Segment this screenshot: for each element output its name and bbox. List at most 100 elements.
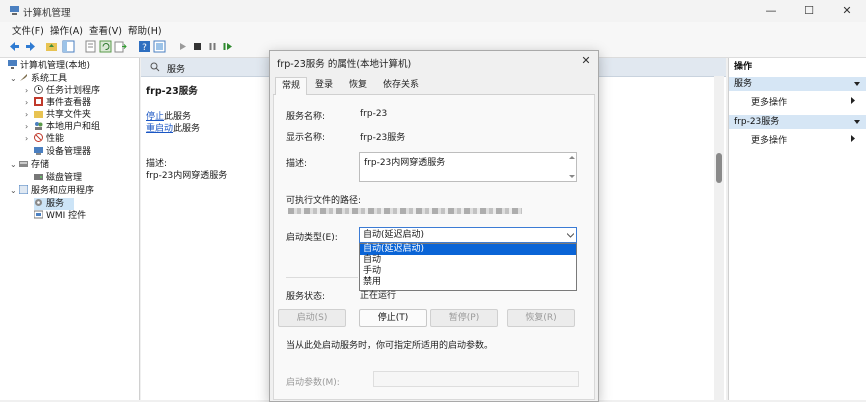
collapse-arrow-icon[interactable] [854,119,860,125]
startup-type-dropdown: 自动(延迟启动) 自动 手动 禁用 [359,243,577,291]
menu-view[interactable]: 查看(V) [89,23,122,37]
tree-item-label: 共享文件夹 [46,110,92,120]
chevron-down-icon[interactable]: ⌄ [10,159,19,171]
chevron-right-icon[interactable]: › [25,133,34,145]
tree-item-storage[interactable]: ⌄ 存储 [10,159,49,171]
close-button[interactable]: ✕ [828,0,866,22]
properties-icon[interactable] [84,40,97,53]
tree-item-services[interactable]: 服务 [34,198,74,210]
start-button[interactable]: 启动(S) [278,309,346,327]
tree-item-event-viewer[interactable]: › 事件查看器 [25,97,91,109]
chevron-right-icon[interactable]: › [25,109,34,121]
disk-icon [34,174,43,180]
exe-path-redacted [288,208,522,214]
description-scroll-arrows-icon[interactable] [569,155,575,179]
storage-icon [19,161,28,167]
tree-item-disk-management[interactable]: 磁盘管理 [34,172,82,184]
chevron-down-icon[interactable]: ⌄ [10,73,19,85]
actions-more-2[interactable]: 更多操作 [751,133,787,146]
startup-option-disabled[interactable]: 禁用 [360,277,576,288]
chevron-down-icon[interactable]: ⌄ [10,185,19,197]
restart-service-link[interactable]: 重启动 [146,124,173,134]
startup-type-select[interactable]: 自动(延迟启动) [359,227,577,243]
display-name-value: frp-23服务 [360,133,406,143]
submenu-arrow-icon[interactable] [850,97,856,104]
refresh-icon[interactable] [99,40,112,53]
description-text: frp-23内网穿透服务 [364,158,446,168]
description-field-label: 描述: [286,159,308,169]
scrollbar-thumb[interactable] [716,153,722,183]
play-icon[interactable] [176,40,189,53]
tree-item-task-scheduler[interactable]: › 任务计划程序 [25,85,100,97]
start-params-input[interactable] [373,371,579,387]
tree-item-services-applications[interactable]: ⌄ 服务和应用程序 [10,185,94,197]
stop-button[interactable]: 停止(T) [359,309,427,327]
collapse-arrow-icon[interactable] [854,81,860,87]
dialog-close-button[interactable]: ✕ [577,52,595,70]
tree-item-label: 服务和应用程序 [31,186,95,196]
chevron-right-icon[interactable]: › [25,97,34,109]
tree-item-label: WMI 控件 [46,211,87,221]
tree-item-performance[interactable]: › 性能 [25,133,64,145]
window-title: 计算机管理 [23,8,71,19]
tab-general[interactable]: 常规 [275,77,308,95]
tab-dependencies[interactable]: 依存关系 [377,77,425,94]
tab-recovery[interactable]: 恢复 [343,77,373,94]
general-tab-panel: 服务名称: frp-23 显示名称: frp-23服务 描述: frp-23内网… [273,95,595,400]
tree-item-device-manager[interactable]: 设备管理器 [34,146,91,158]
chevron-right-icon[interactable]: › [25,85,34,97]
dialog-title: frp-23服务 的属性(本地计算机) [277,59,412,70]
chevron-right-icon[interactable]: › [25,121,34,133]
tree-item-label: 服务 [46,199,65,209]
search-icon [150,62,160,72]
tree-item-system-tools[interactable]: ⌄ 系统工具 [10,73,67,85]
restart-icon[interactable] [221,40,234,53]
tab-logon[interactable]: 登录 [309,77,339,94]
export-list-icon[interactable] [114,40,127,53]
tree-item-wmi-control[interactable]: WMI 控件 [34,210,86,222]
actions-group-frp23[interactable]: frp-23服务 [729,115,866,129]
vertical-scrollbar[interactable] [714,76,724,400]
actions-more-1[interactable]: 更多操作 [751,95,787,108]
event-viewer-icon [34,97,43,106]
tree-item-computer-management[interactable]: 计算机管理(本地) [8,60,90,72]
pause-icon[interactable] [206,40,219,53]
service-status-label: 服务状态: [286,292,326,302]
restart-service-row: 重启动此服务 [146,121,200,134]
tree-item-shared-folders[interactable]: › 共享文件夹 [25,109,91,121]
menu-action[interactable]: 操作(A) [50,23,83,37]
service-name-label: 服务名称: [286,112,326,122]
startup-option-auto[interactable]: 自动 [360,255,576,266]
help-icon[interactable]: ? [138,40,151,53]
services-header-title: 服务 [167,65,186,75]
tree-item-label: 系统工具 [31,74,68,84]
tree-item-local-users-groups[interactable]: › 本地用户和组 [25,121,100,133]
actions-group-services[interactable]: 服务 [729,77,866,91]
menu-help[interactable]: 帮助(H) [128,23,162,37]
restart-service-suffix: 此服务 [173,124,201,134]
maximize-button[interactable]: ☐ [790,0,828,22]
startup-option-manual[interactable]: 手动 [360,266,576,277]
resume-button[interactable]: 恢复(R) [507,309,575,327]
startup-option-auto-delayed[interactable]: 自动(延迟启动) [360,244,576,255]
tree-item-label: 设备管理器 [46,147,92,157]
description-value: frp-23内网穿透服务 [146,171,228,181]
forward-arrow-icon[interactable] [24,40,37,53]
service-properties-dialog: frp-23服务 的属性(本地计算机) ✕ 常规 登录 恢复 依存关系 服务名称… [269,50,599,402]
minimize-button[interactable]: — [752,0,790,22]
menu-file[interactable]: 文件(F) [12,23,44,37]
description-textbox[interactable]: frp-23内网穿透服务 [359,152,577,182]
up-folder-icon[interactable] [45,40,58,53]
chevron-down-icon[interactable] [567,233,574,238]
console-icon[interactable] [153,40,166,53]
computer-management-icon [10,6,19,15]
pause-button[interactable]: 暂停(P) [430,309,498,327]
selected-service-name: frp-23服务 [146,86,198,97]
service-name-value: frp-23 [360,109,388,119]
back-arrow-icon[interactable] [8,40,21,53]
show-tree-icon[interactable] [62,40,75,53]
performance-icon [34,133,43,142]
startup-type-value: 自动(延迟启动) [363,230,425,240]
stop-icon[interactable] [191,40,204,53]
submenu-arrow-icon[interactable] [850,135,856,142]
